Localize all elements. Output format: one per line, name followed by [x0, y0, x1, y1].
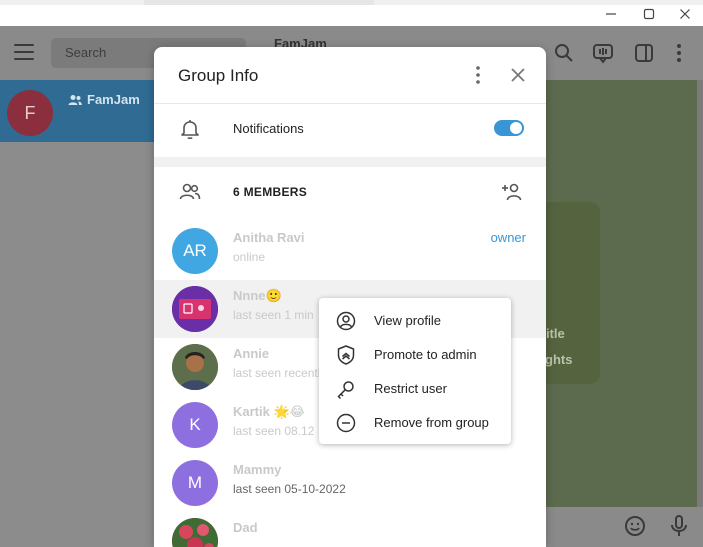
- member-status: last seen 1 min: [233, 308, 314, 322]
- menu-item-label: Remove from group: [374, 415, 489, 430]
- member-name: Anitha Ravi: [233, 230, 305, 245]
- members-icon: [178, 180, 202, 204]
- minimize-button[interactable]: [599, 4, 623, 24]
- menu-item-label: View profile: [374, 313, 441, 328]
- avatar: AR: [172, 228, 218, 274]
- divider: [154, 103, 546, 104]
- dialog-more-button[interactable]: [470, 65, 486, 85]
- avatar: [172, 344, 218, 390]
- close-window-button[interactable]: [673, 4, 697, 24]
- chat-name-text: FamJam: [87, 92, 140, 107]
- search-icon[interactable]: [553, 42, 575, 64]
- emoji-icon[interactable]: [623, 514, 647, 538]
- menu-item-label: Promote to admin: [374, 347, 477, 362]
- member-status: last seen 08.12: [233, 424, 315, 438]
- sidebar-toggle-icon[interactable]: [633, 42, 655, 64]
- maximize-icon: [643, 8, 655, 20]
- member-name: Kartik 🌟😂: [233, 404, 305, 419]
- member-status: last seen 05-10-2022: [233, 482, 346, 496]
- key-icon: [335, 378, 357, 400]
- member-row[interactable]: AR Anitha Ravi online owner: [154, 222, 546, 280]
- section-gap: [154, 157, 546, 167]
- menu-icon[interactable]: [14, 44, 34, 60]
- maximize-button[interactable]: [637, 4, 661, 24]
- member-name: Annie: [233, 346, 270, 361]
- notifications-label: Notifications: [233, 121, 304, 136]
- member-row[interactable]: Dad: [154, 512, 546, 547]
- member-context-menu: View profile Promote to admin Restrict u…: [319, 298, 511, 444]
- minus-circle-icon: [335, 412, 357, 434]
- chat-scrollbar[interactable]: [697, 80, 703, 507]
- bell-icon: [178, 117, 202, 141]
- avatar: M: [172, 460, 218, 506]
- member-name: Nnne🙂: [233, 288, 282, 303]
- add-member-button[interactable]: [501, 180, 525, 204]
- chat-name: FamJam: [68, 92, 140, 107]
- notifications-toggle[interactable]: [494, 120, 524, 136]
- group-icon: [68, 94, 82, 105]
- window-titlebar: [0, 0, 703, 26]
- more-vertical-icon: [476, 66, 480, 84]
- member-row[interactable]: M Mammy last seen 05-10-2022: [154, 454, 546, 512]
- group-info-dialog: Group Info Notifications 6 MEMBERS AR An…: [154, 47, 546, 547]
- member-name: Mammy: [233, 462, 282, 477]
- menu-item-view-profile[interactable]: View profile: [319, 304, 511, 338]
- minimize-icon: [606, 13, 616, 15]
- menu-item-promote-to-admin[interactable]: Promote to admin: [319, 338, 511, 372]
- more-vertical-icon[interactable]: [668, 42, 690, 64]
- avatar: K: [172, 402, 218, 448]
- live-stream-icon[interactable]: [592, 42, 614, 64]
- microphone-icon[interactable]: [667, 514, 691, 538]
- close-icon: [511, 68, 525, 82]
- close-icon: [680, 9, 690, 19]
- dialog-title: Group Info: [178, 66, 259, 85]
- add-user-icon: [502, 183, 522, 201]
- menu-item-remove-from-group[interactable]: Remove from group: [319, 406, 511, 440]
- members-count: 6 MEMBERS: [233, 185, 308, 199]
- profile-picture-icon: [172, 286, 218, 332]
- chat-avatar: F: [7, 90, 53, 136]
- menu-item-restrict-user[interactable]: Restrict user: [319, 372, 511, 406]
- member-role-badge: owner: [490, 230, 526, 245]
- avatar: [172, 518, 218, 547]
- avatar: [172, 286, 218, 332]
- member-status: online: [233, 250, 266, 264]
- profile-picture-icon: [172, 518, 218, 547]
- menu-item-label: Restrict user: [374, 381, 447, 396]
- message-text-line: ghts: [545, 352, 573, 367]
- profile-picture-icon: [172, 344, 218, 390]
- dialog-close-button[interactable]: [508, 65, 528, 85]
- shield-icon: [335, 344, 357, 366]
- titlebar-notch: [144, 0, 374, 5]
- user-circle-icon: [335, 310, 357, 332]
- member-name: Dad: [233, 520, 258, 535]
- member-status: last seen recently: [233, 366, 327, 380]
